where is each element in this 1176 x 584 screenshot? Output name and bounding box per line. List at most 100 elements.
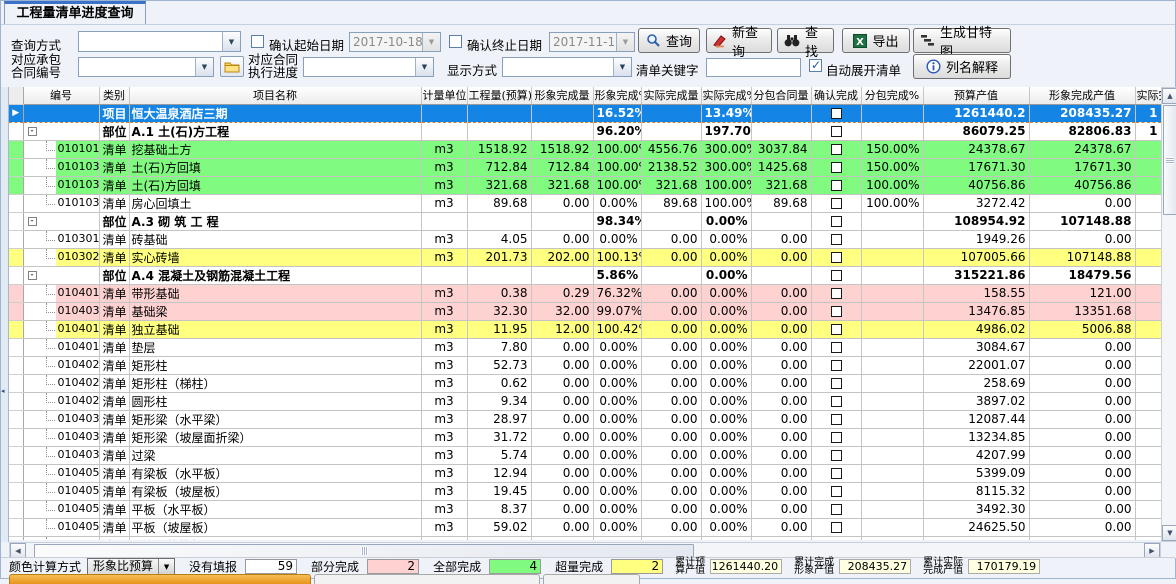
table-row[interactable]: 010401清单垫层m37.800.000.00%0.000.00%0.0030… [9, 338, 1161, 356]
column-header[interactable]: 分包完成% [861, 87, 923, 104]
bottom-tab-2[interactable] [314, 574, 540, 584]
table-row[interactable]: ▶项目恒大温泉酒店三期16.52%13.49%1261440.2208435.2… [9, 104, 1161, 122]
column-header[interactable]: 实际完成% [701, 87, 751, 104]
column-header[interactable]: 实际完成产值 [1135, 87, 1161, 104]
keyword-input[interactable] [706, 58, 801, 77]
column-header[interactable]: 项目名称 [129, 87, 421, 104]
table-row[interactable]: 010403清单矩形梁（坡屋面折梁）m331.720.000.00%0.000.… [9, 428, 1161, 446]
column-header[interactable]: 类别 [99, 87, 129, 104]
table-row[interactable]: 010103清单土(石)方回填m3712.84712.84100.00%2138… [9, 158, 1161, 176]
collapse-box-icon[interactable]: - [28, 127, 37, 136]
auto-expand-checkbox[interactable] [809, 59, 822, 72]
table-row[interactable]: 010401清单独立基础m311.9512.00100.42%0.000.00%… [9, 320, 1161, 338]
table-row[interactable]: 010101清单挖基础土方m31518.921518.92100.00%4556… [9, 140, 1161, 158]
bottom-tab-3[interactable] [543, 574, 640, 584]
column-header[interactable]: 形象完成% [593, 87, 641, 104]
confirm-checkbox[interactable] [831, 450, 842, 461]
confirm-checkbox[interactable] [831, 504, 842, 515]
table-row[interactable]: 010405清单有梁板（水平板）m312.940.000.00%0.000.00… [9, 464, 1161, 482]
confirm-checkbox[interactable] [831, 162, 842, 173]
chevron-down-icon[interactable]: ▼ [415, 58, 433, 76]
collapse-box-icon[interactable]: - [28, 217, 37, 226]
confirm-checkbox[interactable] [831, 144, 842, 155]
column-header[interactable]: 实际完成量 [641, 87, 701, 104]
vertical-scrollbar[interactable]: ▲ ▼ [1161, 87, 1176, 542]
generate-gantt-button[interactable]: 生成甘特图 [913, 28, 1011, 53]
contract-number-combobox[interactable]: ▼ [78, 57, 214, 77]
table-row[interactable]: 010405清单有梁板（坡屋板）m319.450.000.00%0.000.00… [9, 482, 1161, 500]
column-header[interactable]: 分包合同量 [751, 87, 811, 104]
table-row[interactable]: 010103清单房心回填土m389.680.000.00%89.68100.00… [9, 194, 1161, 212]
display-mode-combobox[interactable]: ▼ [502, 57, 632, 77]
confirm-checkbox[interactable] [831, 378, 842, 389]
table-row[interactable]: -部位A.3 砌 筑 工 程98.34%0.00%108954.92107148… [9, 212, 1161, 230]
confirm-checkbox[interactable] [831, 342, 842, 353]
table-row[interactable]: 010401清单带形基础m30.380.2976.32%0.000.00%0.0… [9, 284, 1161, 302]
column-help-button[interactable]: 列名解释 [913, 54, 1011, 79]
confirm-checkbox[interactable] [831, 216, 842, 227]
table-row[interactable]: 010402清单矩形柱（梯柱）m30.620.000.00%0.000.00%0… [9, 374, 1161, 392]
start-date-checkbox[interactable] [251, 35, 264, 48]
query-button[interactable]: 查询 [638, 28, 700, 53]
color-mode-combobox[interactable]: 形象比预算 ▼ [87, 558, 175, 575]
chevron-down-icon[interactable]: ▼ [195, 58, 213, 76]
table-row[interactable]: 010403清单基础梁m332.3032.0099.07%0.000.00%0.… [9, 302, 1161, 320]
confirm-checkbox[interactable] [831, 198, 842, 209]
confirm-checkbox[interactable] [831, 288, 842, 299]
confirm-checkbox[interactable] [831, 180, 842, 191]
confirm-checkbox[interactable] [831, 324, 842, 335]
table-row[interactable]: 010405清单平板（水平板）m38.370.000.00%0.000.00%0… [9, 500, 1161, 518]
bottom-tab-active[interactable] [9, 574, 311, 584]
chevron-down-icon[interactable]: ▼ [616, 33, 634, 51]
confirm-checkbox[interactable] [831, 414, 842, 425]
new-query-button[interactable]: 新查询 [706, 28, 772, 53]
chevron-down-icon[interactable]: ▼ [613, 58, 631, 76]
confirm-checkbox[interactable] [831, 432, 842, 443]
scroll-down-button[interactable]: ▼ [1162, 525, 1176, 541]
column-header[interactable]: 形象完成产值 [1029, 87, 1135, 104]
table-row[interactable]: 010403清单过梁m35.740.000.00%0.000.00%0.0042… [9, 446, 1161, 464]
tab-quantity-progress-query[interactable]: 工程量清单进度查询 [4, 1, 146, 24]
confirm-checkbox[interactable] [831, 306, 842, 317]
column-header[interactable]: 计量单位 [421, 87, 467, 104]
contract-progress-combobox[interactable]: ▼ [303, 57, 434, 77]
column-header[interactable]: 预算产值 [923, 87, 1029, 104]
confirm-checkbox[interactable] [831, 270, 842, 281]
table-row[interactable]: 010402清单圆形柱m39.340.000.00%0.000.00%0.003… [9, 392, 1161, 410]
query-mode-combobox[interactable]: ▼ [78, 31, 241, 52]
table-row[interactable]: 010302清单实心砖墙m3201.73202.00100.13%0.000.0… [9, 248, 1161, 266]
chevron-down-icon[interactable]: ▼ [422, 33, 440, 51]
find-button[interactable]: 查找 [777, 28, 834, 53]
table-row[interactable]: 010103清单土(石)方回填m3321.68321.68100.00%321.… [9, 176, 1161, 194]
confirm-checkbox[interactable] [831, 108, 842, 119]
export-button[interactable]: X 导出 [842, 28, 910, 53]
end-date-picker[interactable]: 2017-11-17 ▼ [549, 32, 635, 52]
chevron-down-icon[interactable]: ▼ [158, 559, 174, 574]
column-header[interactable]: 工程量(预算) [467, 87, 531, 104]
confirm-checkbox[interactable] [831, 234, 842, 245]
confirm-checkbox[interactable] [831, 396, 842, 407]
start-date-picker[interactable]: 2017-10-18 ▼ [349, 32, 441, 52]
horizontal-scroll-thumb[interactable] [34, 544, 694, 558]
open-folder-button[interactable] [220, 56, 244, 77]
collapse-left-icon[interactable]: ◂ [1, 387, 5, 395]
left-splitter[interactable]: ◂ [1, 87, 9, 542]
chevron-down-icon[interactable]: ▼ [222, 32, 240, 51]
column-header[interactable]: 形象完成量 [531, 87, 593, 104]
table-row[interactable]: 010301清单砖基础m34.050.000.00%0.000.00%0.001… [9, 230, 1161, 248]
table-row[interactable]: 010405清单平板（坡屋板）m359.020.000.00%0.000.00%… [9, 518, 1161, 536]
confirm-checkbox[interactable] [831, 252, 842, 263]
column-header[interactable]: 确认完成 [811, 87, 861, 104]
confirm-checkbox[interactable] [831, 360, 842, 371]
table-row[interactable]: -部位A.1 土(石)方工程96.20%197.70%86079.2582806… [9, 122, 1161, 140]
vertical-scroll-thumb[interactable] [1163, 105, 1176, 215]
column-header[interactable]: 编号 [23, 87, 99, 104]
confirm-checkbox[interactable] [831, 522, 842, 533]
confirm-checkbox[interactable] [831, 468, 842, 479]
confirm-checkbox[interactable] [831, 486, 842, 497]
table-row[interactable]: -部位A.4 混凝土及钢筋混凝土工程5.86%0.00%315221.86184… [9, 266, 1161, 284]
horizontal-scrollbar[interactable]: ◀ ▶ [9, 542, 1161, 558]
confirm-checkbox[interactable] [831, 126, 842, 137]
scroll-up-button[interactable]: ▲ [1162, 88, 1176, 104]
table-row[interactable]: 010403清单矩形梁（水平梁）m328.970.000.00%0.000.00… [9, 410, 1161, 428]
